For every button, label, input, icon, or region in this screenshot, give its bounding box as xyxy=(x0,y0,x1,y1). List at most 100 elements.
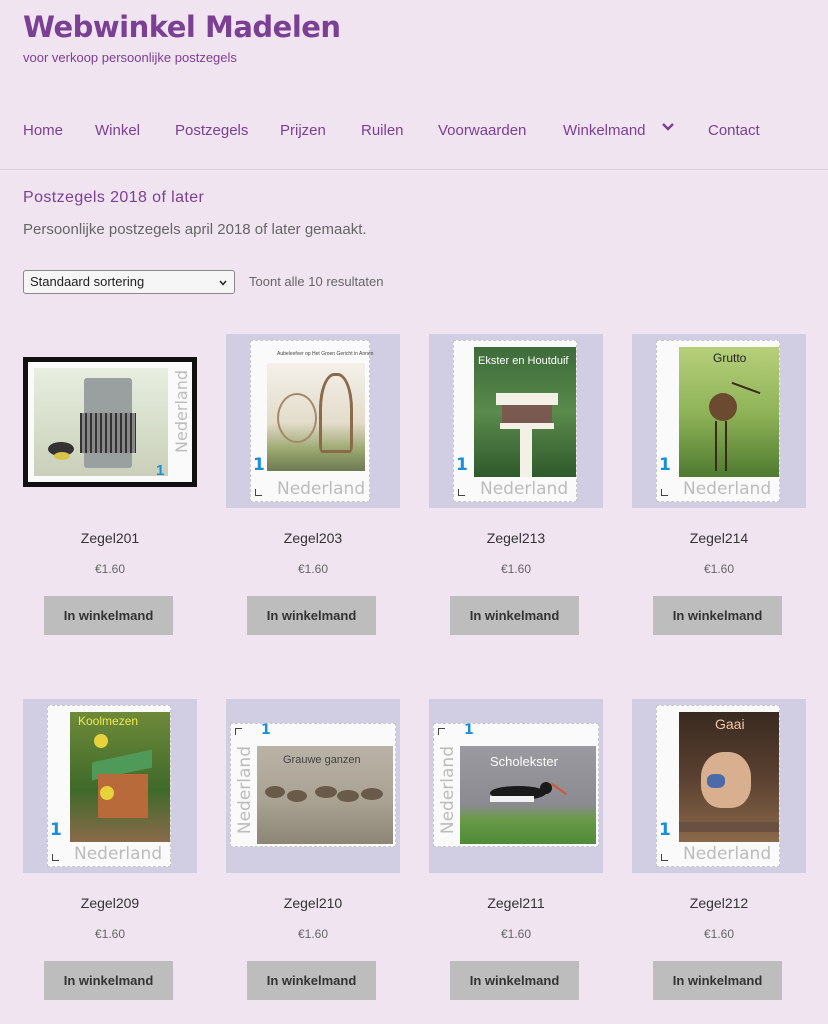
product-price: €1.60 xyxy=(500,927,532,941)
stamp: Scholekster 1 Nederland xyxy=(433,722,599,847)
product-card: Aubeleefver op Het Groen Gericht in Anne… xyxy=(226,334,400,644)
product-image[interactable]: Nederland 1 xyxy=(23,334,197,508)
product-price: €1.60 xyxy=(297,562,329,576)
product-title[interactable]: Zegel214 xyxy=(632,530,806,546)
stamp-country: Nederland xyxy=(480,479,569,499)
stamp-photo xyxy=(70,712,170,842)
add-to-cart-button[interactable]: In winkelmand xyxy=(247,961,376,1000)
stamp: Grauwe ganzen 1 Nederland xyxy=(230,722,396,847)
stamp-value: 1 xyxy=(253,455,265,475)
sort-select[interactable]: Standaard sortering xyxy=(23,270,235,294)
stamp: Grutto 1 Nederland xyxy=(656,340,780,502)
stamp-country: Nederland xyxy=(683,844,772,864)
stamp-country: Nederland xyxy=(277,479,366,499)
add-to-cart-button[interactable]: In winkelmand xyxy=(653,596,782,635)
product-title[interactable]: Zegel212 xyxy=(632,895,806,911)
add-to-cart-button[interactable]: In winkelmand xyxy=(44,961,173,1000)
product-title[interactable]: Zegel213 xyxy=(429,530,603,546)
product-title[interactable]: Zegel210 xyxy=(226,895,400,911)
nav-item-winkel[interactable]: Winkel xyxy=(95,122,140,139)
product-title[interactable]: Zegel203 xyxy=(226,530,400,546)
nav-item-ruilen[interactable]: Ruilen xyxy=(361,122,404,139)
stamp-photo xyxy=(34,368,168,476)
stamp: Ekster en Houtduif 1 Nederland xyxy=(453,340,577,502)
product-price: €1.60 xyxy=(703,927,735,941)
product-image[interactable]: Ekster en Houtduif 1 Nederland xyxy=(429,334,603,508)
page-title: Postzegels 2018 of later xyxy=(23,189,205,206)
stamp-photo xyxy=(679,347,779,477)
header-divider xyxy=(0,169,828,170)
product-price: €1.60 xyxy=(297,927,329,941)
add-to-cart-button[interactable]: In winkelmand xyxy=(653,961,782,1000)
stamp-country: Nederland xyxy=(74,844,163,864)
stamp: Nederland 1 xyxy=(28,362,192,482)
sort-selected-value: Standaard sortering xyxy=(30,274,145,289)
stamp-caption: Scholekster xyxy=(490,754,558,769)
product-image[interactable]: Aubeleefver op Het Groen Gericht in Anne… xyxy=(226,334,400,508)
stamp-corner xyxy=(661,854,668,861)
nav-item-home[interactable]: Home xyxy=(23,122,63,139)
product-price: €1.60 xyxy=(703,562,735,576)
stamp-value: 1 xyxy=(50,820,62,840)
stamp: Gaai 1 Nederland xyxy=(656,705,780,867)
stamp-country: Nederland xyxy=(438,746,458,835)
product-card: Koolmezen 1 Nederland Zegel209 €1.60 In … xyxy=(23,699,197,1009)
product-card: Nederland 1 Zegel201 €1.60 In winkelmand xyxy=(23,334,197,644)
page-description: Persoonlijke postzegels april 2018 of la… xyxy=(23,221,367,238)
product-price: €1.60 xyxy=(94,562,126,576)
nav-item-winkelmand[interactable]: Winkelmand xyxy=(563,122,646,139)
stamp-value: 1 xyxy=(464,722,474,738)
add-to-cart-button[interactable]: In winkelmand xyxy=(44,596,173,635)
chevron-down-icon[interactable] xyxy=(661,120,675,134)
product-title[interactable]: Zegel209 xyxy=(23,895,197,911)
site-title[interactable]: Webwinkel Madelen xyxy=(23,10,341,44)
product-image[interactable]: Gaai 1 Nederland xyxy=(632,699,806,873)
product-image[interactable]: Grutto 1 Nederland xyxy=(632,334,806,508)
stamp-corner xyxy=(235,728,242,735)
stamp-caption: Aubeleefver op Het Groen Gericht in Anne… xyxy=(277,351,374,357)
stamp-country: Nederland xyxy=(683,479,772,499)
nav-item-prijzen[interactable]: Prijzen xyxy=(280,122,326,139)
product-price: €1.60 xyxy=(500,562,532,576)
product-card: Grauwe ganzen 1 Nederland Zegel210 €1.60… xyxy=(226,699,400,1009)
stamp-caption: Ekster en Houtduif xyxy=(478,355,569,367)
nav-item-contact[interactable]: Contact xyxy=(708,122,760,139)
stamp-corner xyxy=(255,489,262,496)
stamp: Koolmezen 1 Nederland xyxy=(47,705,171,867)
product-image[interactable]: Koolmezen 1 Nederland xyxy=(23,699,197,873)
stamp-caption: Gaai xyxy=(715,716,745,732)
product-card: Scholekster 1 Nederland Zegel211 €1.60 I… xyxy=(429,699,603,1009)
product-image[interactable]: Scholekster 1 Nederland xyxy=(429,699,603,873)
product-title[interactable]: Zegel201 xyxy=(23,530,197,546)
result-count: Toont alle 10 resultaten xyxy=(249,274,384,289)
stamp-value: 1 xyxy=(456,455,468,475)
nav-item-voorwaarden[interactable]: Voorwaarden xyxy=(438,122,526,139)
stamp-corner xyxy=(458,489,465,496)
stamp-caption: Grauwe ganzen xyxy=(283,754,361,766)
stamp-value: 1 xyxy=(156,462,165,479)
nav-item-postzegels[interactable]: Postzegels xyxy=(175,122,248,139)
stamp-country: Nederland xyxy=(172,370,191,453)
stamp-photo xyxy=(267,363,365,471)
main-navigation: Home Winkel Postzegels Prijzen Ruilen Vo… xyxy=(0,118,828,146)
product-title[interactable]: Zegel211 xyxy=(429,895,603,911)
stamp-corner xyxy=(661,489,668,496)
chevron-down-icon xyxy=(219,280,227,286)
add-to-cart-button[interactable]: In winkelmand xyxy=(450,596,579,635)
product-price: €1.60 xyxy=(94,927,126,941)
stamp: Aubeleefver op Het Groen Gericht in Anne… xyxy=(250,340,374,502)
add-to-cart-button[interactable]: In winkelmand xyxy=(450,961,579,1000)
product-card: Grutto 1 Nederland Zegel214 €1.60 In win… xyxy=(632,334,806,644)
stamp-country: Nederland xyxy=(235,746,255,835)
stamp-caption: Koolmezen xyxy=(78,714,139,728)
stamp-corner xyxy=(438,728,445,735)
site-tagline: voor verkoop persoonlijke postzegels xyxy=(23,50,237,65)
product-card: Gaai 1 Nederland Zegel212 €1.60 In winke… xyxy=(632,699,806,1009)
product-image[interactable]: Grauwe ganzen 1 Nederland xyxy=(226,699,400,873)
stamp-value: 1 xyxy=(659,820,671,840)
add-to-cart-button[interactable]: In winkelmand xyxy=(247,596,376,635)
product-card: Ekster en Houtduif 1 Nederland Zegel213 … xyxy=(429,334,603,644)
stamp-value: 1 xyxy=(261,722,271,738)
stamp-corner xyxy=(52,854,59,861)
stamp-caption: Grutto xyxy=(713,351,747,365)
